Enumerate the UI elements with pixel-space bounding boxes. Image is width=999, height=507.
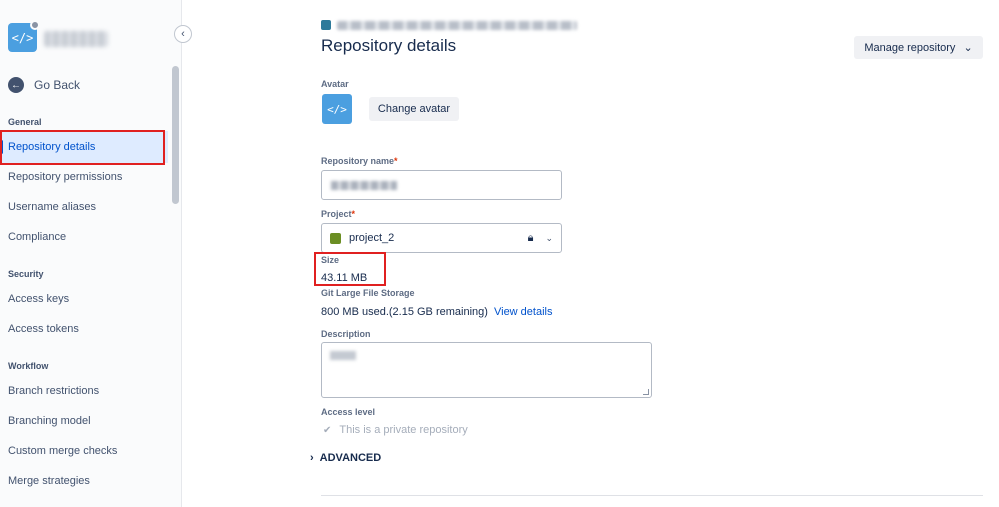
manage-repository-label: Manage repository [864,41,956,54]
sidebar: </> ← Go Back General Repository details… [0,0,182,507]
required-mark: * [351,209,356,219]
lock-icon: 🔒︎ [527,231,534,244]
check-icon: ✔ [323,424,332,436]
lfs-usage-text: 800 MB used.(2.15 GB remaining) [321,306,488,318]
go-back-label: Go Back [34,78,81,92]
sidebar-item-repository-details[interactable]: Repository details [0,131,168,163]
sidebar-item-custom-merge-checks[interactable]: Custom merge checks [0,435,168,467]
breadcrumb-redacted [337,20,577,30]
sidebar-item-label: Branching model [8,415,91,427]
repository-avatar-icon: </> [322,94,352,124]
collapse-sidebar-button[interactable]: ‹ [174,25,192,43]
chevron-down-icon: ⌄ [963,42,973,54]
sidebar-item-branching-model[interactable]: Branching model [0,405,168,437]
private-repository-label: This is a private repository [339,424,468,436]
size-label: Size [321,255,340,265]
sidebar-item-label: Username aliases [8,201,97,213]
repository-name-input[interactable] [321,170,562,200]
project-label: Project* [321,209,355,219]
repository-name-redacted [44,31,108,47]
page-title: Repository details [321,36,457,55]
logo-badge-icon [30,20,40,30]
go-back-link[interactable]: ← Go Back [8,77,80,93]
size-value: 43.11 MB [321,272,368,284]
section-label-workflow: Workflow [8,361,49,371]
access-level-label: Access level [321,407,376,417]
project-select[interactable]: project_2 🔒︎ ⌄ [321,223,562,253]
sidebar-scrollbar[interactable] [172,66,179,204]
sidebar-item-merge-strategies[interactable]: Merge strategies [0,465,168,497]
section-label-general: General [8,117,42,127]
project-value: project_2 [349,232,395,244]
project-icon [330,232,341,244]
lfs-label: Git Large File Storage [321,288,415,298]
lfs-usage: 800 MB used.(2.15 GB remaining) View det… [321,306,552,318]
required-mark: * [394,156,398,166]
workspace-icon [321,20,331,30]
sidebar-item-branch-restrictions[interactable]: Branch restrictions [0,375,168,407]
sidebar-item-label: Access keys [8,293,70,305]
chevron-right-icon: › [310,452,314,464]
sidebar-item-label: Custom merge checks [8,445,118,457]
sidebar-item-label: Branch restrictions [8,385,100,397]
description-redacted [330,351,356,360]
private-repository-checkbox[interactable]: ✔ This is a private repository [323,424,468,436]
description-textarea[interactable] [321,342,652,398]
repository-name-redacted [331,181,397,190]
section-label-security: Security [8,269,44,279]
sidebar-item-access-tokens[interactable]: Access tokens [0,313,168,345]
chevron-down-icon: ⌄ [545,232,553,243]
sidebar-item-compliance[interactable]: Compliance [0,221,168,253]
sidebar-item-username-aliases[interactable]: Username aliases [0,191,168,223]
sidebar-item-label: Repository details [8,141,96,153]
sidebar-item-repository-permissions[interactable]: Repository permissions [0,161,168,193]
manage-repository-button[interactable]: Manage repository ⌄ [854,36,983,59]
repository-name-label-text: Repository name [321,156,395,166]
chevron-left-icon: ‹ [181,28,185,40]
sidebar-item-label: Repository permissions [8,171,123,183]
divider [321,495,983,496]
sidebar-item-label: Compliance [8,231,67,243]
project-label-text: Project [321,209,352,219]
resize-handle-icon[interactable] [643,389,649,395]
description-label: Description [321,329,371,339]
change-avatar-button[interactable]: Change avatar [369,97,459,121]
repository-name-label: Repository name* [321,156,398,166]
arrow-left-icon: ← [8,77,24,93]
sidebar-item-label: Access tokens [8,323,79,335]
advanced-label: ADVANCED [319,452,382,464]
avatar-label: Avatar [321,79,349,89]
active-indicator [0,140,3,154]
sidebar-item-label: Merge strategies [8,475,90,487]
advanced-toggle[interactable]: › ADVANCED [310,452,381,464]
view-details-link[interactable]: View details [494,306,553,318]
breadcrumb[interactable] [321,20,577,30]
sidebar-item-access-keys[interactable]: Access keys [0,283,168,315]
